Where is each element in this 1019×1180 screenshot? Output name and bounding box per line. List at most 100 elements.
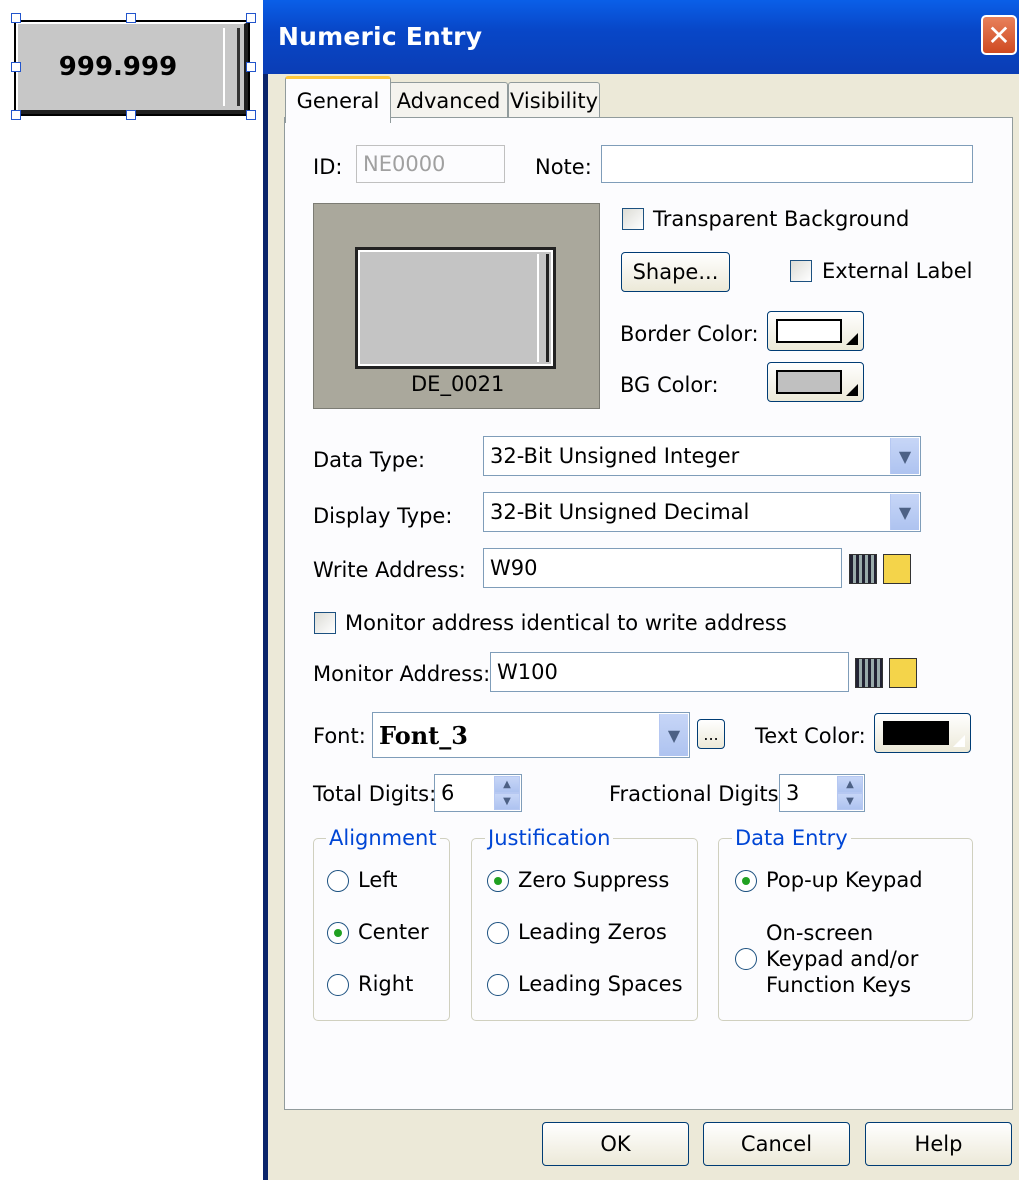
- font-browse-label: ...: [703, 724, 719, 744]
- chevron-down-icon[interactable]: ▼: [890, 438, 919, 474]
- align-left-label: Left: [358, 868, 398, 892]
- write-address-field[interactable]: W90: [483, 548, 842, 588]
- align-center-radio[interactable]: [327, 922, 349, 944]
- dropdown-arrow-icon: [846, 384, 858, 396]
- chevron-down-icon[interactable]: ▼: [659, 714, 688, 756]
- bg-color-button[interactable]: [767, 362, 864, 402]
- popup-keypad-label: Pop-up Keypad: [766, 868, 923, 892]
- align-right-radio[interactable]: [327, 974, 349, 996]
- tab-label: General: [296, 89, 380, 113]
- radio-selected-dot: [494, 877, 502, 885]
- close-button[interactable]: ✕: [981, 15, 1017, 55]
- font-select[interactable]: Font_3 ▼: [372, 712, 690, 758]
- align-left-radio[interactable]: [327, 870, 349, 892]
- close-icon: ✕: [987, 18, 1011, 52]
- selection-handle[interactable]: [126, 13, 136, 23]
- leading-spaces-radio[interactable]: [487, 974, 509, 996]
- leading-zeros-radio[interactable]: [487, 922, 509, 944]
- border-color-label: Border Color:: [620, 322, 759, 346]
- external-label-label: External Label: [822, 259, 973, 283]
- spin-up-icon[interactable]: ▲: [494, 776, 520, 793]
- help-label: Help: [914, 1132, 963, 1156]
- tag-browse-icon[interactable]: [883, 554, 911, 584]
- calculator-icon[interactable]: [855, 658, 883, 688]
- total-digits-value: 6: [441, 781, 455, 805]
- tab-general[interactable]: General: [285, 76, 391, 123]
- border-color-swatch: [776, 319, 842, 343]
- id-field: NE0000: [356, 145, 505, 183]
- display-type-value: 32-Bit Unsigned Decimal: [490, 500, 750, 524]
- data-type-select[interactable]: 32-Bit Unsigned Integer ▼: [483, 436, 921, 476]
- fractional-digits-spinner[interactable]: ▲ ▼: [837, 776, 863, 810]
- dropdown-arrow-icon: [846, 333, 858, 345]
- radio-selected-dot: [334, 929, 342, 937]
- selection-handle[interactable]: [11, 110, 21, 120]
- onscreen-keypad-radio[interactable]: [735, 948, 757, 970]
- selection-handle[interactable]: [246, 13, 256, 23]
- justification-title: Justification: [485, 826, 614, 850]
- text-color-swatch: [883, 721, 949, 745]
- cancel-button[interactable]: Cancel: [703, 1122, 850, 1166]
- tab-visibility[interactable]: Visibility: [508, 82, 600, 119]
- leading-spaces-label: Leading Spaces: [518, 972, 683, 996]
- note-field[interactable]: [601, 145, 973, 183]
- text-color-button[interactable]: [874, 713, 971, 753]
- spin-down-icon[interactable]: ▼: [494, 793, 520, 810]
- preview-caption: DE_0021: [411, 372, 505, 396]
- tab-advanced[interactable]: Advanced: [389, 82, 508, 119]
- selection-handle[interactable]: [11, 62, 21, 72]
- text-color-label: Text Color:: [755, 724, 866, 748]
- transparent-background-checkbox[interactable]: [622, 208, 644, 230]
- spin-up-icon[interactable]: ▲: [837, 776, 863, 793]
- cancel-label: Cancel: [740, 1132, 813, 1156]
- external-label-checkbox[interactable]: [790, 260, 812, 282]
- onscreen-keypad-label: On-screen Keypad and/or Function Keys: [766, 921, 919, 997]
- align-right-label: Right: [358, 972, 414, 996]
- chevron-down-icon[interactable]: ▼: [890, 494, 919, 530]
- shape-button[interactable]: Shape...: [621, 252, 730, 292]
- data-type-label: Data Type:: [313, 448, 426, 472]
- zero-suppress-label: Zero Suppress: [518, 868, 670, 892]
- display-type-select[interactable]: 32-Bit Unsigned Decimal ▼: [483, 492, 921, 532]
- help-button[interactable]: Help: [865, 1122, 1012, 1166]
- fractional-digits-value: 3: [786, 781, 800, 805]
- numeric-entry-object[interactable]: 999.999: [16, 22, 248, 114]
- alignment-title: Alignment: [326, 826, 440, 850]
- font-label: Font:: [313, 724, 366, 748]
- ok-button[interactable]: OK: [542, 1122, 689, 1166]
- selection-handle[interactable]: [246, 62, 256, 72]
- calculator-icon[interactable]: [849, 554, 877, 584]
- preview-shape: [358, 250, 553, 366]
- spin-down-icon[interactable]: ▼: [837, 793, 863, 810]
- monitor-address-field[interactable]: W100: [490, 652, 849, 692]
- data-entry-title: Data Entry: [732, 826, 851, 850]
- note-label: Note:: [535, 155, 592, 179]
- monitor-identical-checkbox[interactable]: [314, 612, 336, 634]
- popup-keypad-radio[interactable]: [735, 870, 757, 892]
- write-address-label: Write Address:: [313, 558, 466, 582]
- ok-label: OK: [600, 1132, 631, 1156]
- selection-handle[interactable]: [11, 13, 21, 23]
- tab-label: Advanced: [396, 89, 501, 113]
- total-digits-field[interactable]: 6 ▲ ▼: [434, 774, 522, 812]
- bg-color-swatch: [776, 370, 842, 394]
- selection-handle[interactable]: [246, 110, 256, 120]
- total-digits-label: Total Digits:: [313, 782, 437, 806]
- object-value: 999.999: [58, 52, 178, 82]
- fractional-digits-label: Fractional Digits:: [609, 782, 786, 806]
- total-digits-spinner[interactable]: ▲ ▼: [494, 776, 520, 810]
- leading-zeros-label: Leading Zeros: [518, 920, 667, 944]
- fractional-digits-field[interactable]: 3 ▲ ▼: [779, 774, 865, 812]
- selection-handle[interactable]: [126, 110, 136, 120]
- zero-suppress-radio[interactable]: [487, 870, 509, 892]
- shape-preview: DE_0021: [313, 203, 600, 409]
- object-bevel: [223, 28, 240, 106]
- tag-browse-icon[interactable]: [889, 658, 917, 688]
- font-value: Font_3: [379, 720, 468, 750]
- transparent-background-label: Transparent Background: [653, 207, 910, 231]
- tab-label: Visibility: [509, 89, 598, 113]
- monitor-identical-label: Monitor address identical to write addre…: [345, 611, 787, 635]
- align-center-label: Center: [358, 920, 429, 944]
- border-color-button[interactable]: [767, 311, 864, 351]
- font-browse-button[interactable]: ...: [697, 719, 725, 749]
